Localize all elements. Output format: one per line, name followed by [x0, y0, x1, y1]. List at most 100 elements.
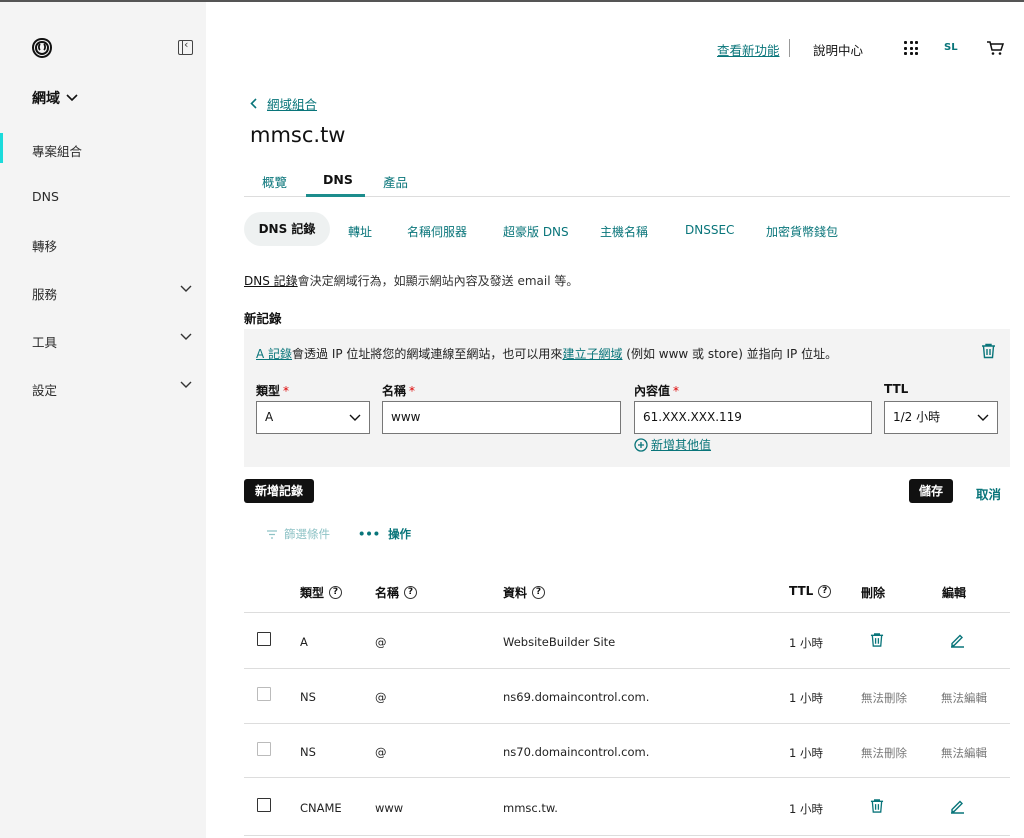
apps-grid-icon[interactable]: [904, 41, 918, 55]
sidebar-item-label: 工具: [32, 335, 58, 350]
chevron-down-icon: [349, 414, 361, 421]
value-input-value: 61.XXX.XXX.119: [643, 410, 742, 424]
chevron-down-icon: [180, 285, 192, 292]
a-record-link[interactable]: A 記錄: [256, 347, 292, 361]
table-row: NS @ ns70.domaincontrol.com. 1 小時 無法刪除 無…: [244, 724, 1010, 778]
filter-label: 篩選條件: [284, 527, 330, 541]
sidebar-item-dns[interactable]: DNS: [32, 189, 192, 204]
row-type: NS: [300, 745, 316, 759]
subtab-bar: DNS 記錄 轉址 名稱伺服器 超豪版 DNS 主機名稱 DNSSEC 加密貨幣…: [244, 212, 1010, 246]
add-value-link[interactable]: 新增其他值: [634, 436, 711, 453]
subtab-crypto-wallet[interactable]: 加密貨幣錢包: [766, 223, 838, 240]
sidebar-item-label: DNS: [32, 189, 59, 204]
row-ttl: 1 小時: [789, 636, 823, 650]
ttl-select[interactable]: 1/2 小時: [884, 401, 998, 434]
actions-button[interactable]: ••• 操作: [358, 526, 411, 542]
sidebar-item-label: 服務: [32, 287, 58, 302]
trash-icon[interactable]: [981, 343, 996, 362]
sidebar-item-transfer[interactable]: 轉移: [32, 236, 192, 255]
row-delete-status: 無法刪除: [861, 691, 907, 705]
row-data: mmsc.tw.: [503, 801, 558, 815]
column-header-type[interactable]: 類型?: [300, 584, 343, 601]
new-record-panel: A 記錄會透過 IP 位址將您的網域連線至網站，也可以用來建立子網域 (例如 w…: [244, 329, 1010, 467]
cart-icon[interactable]: [986, 40, 1005, 59]
row-type: A: [300, 635, 308, 649]
trash-icon[interactable]: [870, 632, 884, 651]
subtab-dnssec[interactable]: DNSSEC: [685, 223, 734, 237]
row-type: NS: [300, 690, 316, 704]
row-checkbox[interactable]: [257, 798, 271, 812]
dns-description-text: 會決定網域行為，如顯示網站內容及發送 email 等。: [297, 274, 579, 288]
row-checkbox[interactable]: [257, 632, 271, 646]
row-name: @: [375, 745, 387, 759]
row-edit-status: 無法編輯: [941, 746, 987, 760]
plus-circle-icon: [634, 437, 648, 452]
whats-new-link[interactable]: 查看新功能: [717, 40, 780, 59]
dns-description: DNS 記錄會決定網域行為，如顯示網站內容及發送 email 等。: [244, 272, 578, 289]
sidebar-item-tools[interactable]: 工具: [32, 332, 192, 351]
subtab-premium-dns[interactable]: 超豪版 DNS: [503, 223, 569, 240]
column-header-edit: 編輯: [942, 586, 967, 600]
column-header-delete: 刪除: [861, 586, 886, 600]
row-name: www: [375, 801, 404, 815]
chevron-left-icon: [250, 98, 257, 109]
more-dots-icon: •••: [358, 527, 381, 541]
type-select[interactable]: A: [256, 401, 370, 434]
help-center-link[interactable]: 說明中心: [813, 40, 863, 59]
domain-menu-label: 網域: [32, 91, 60, 107]
breadcrumb-link[interactable]: 網域組合: [267, 94, 317, 113]
dns-records-link[interactable]: DNS 記錄: [244, 274, 298, 288]
godaddy-logo-icon[interactable]: [30, 36, 54, 60]
value-input[interactable]: 61.XXX.XXX.119: [634, 401, 872, 434]
sidebar-item-services[interactable]: 服務: [32, 284, 192, 303]
cancel-button[interactable]: 取消: [976, 484, 1001, 503]
record-info-text-2: (例如 www 或 store) 並指向 IP 位址。: [622, 347, 838, 361]
help-icon[interactable]: ?: [532, 586, 546, 599]
row-data: ns70.domaincontrol.com.: [503, 745, 650, 759]
filter-button[interactable]: 篩選條件: [266, 526, 330, 542]
sidebar-item-portfolio[interactable]: 專案組合: [0, 133, 192, 163]
row-ttl: 1 小時: [789, 746, 823, 760]
domain-menu[interactable]: 網域: [32, 88, 78, 108]
save-button[interactable]: 儲存: [909, 479, 953, 503]
name-input[interactable]: www: [382, 401, 621, 434]
chevron-down-icon: [180, 333, 192, 340]
row-checkbox: [257, 687, 271, 701]
add-record-button[interactable]: 新增記錄: [244, 479, 314, 503]
help-icon[interactable]: ?: [404, 586, 418, 599]
row-delete-status: 無法刪除: [861, 746, 907, 760]
ttl-select-value: 1/2 小時: [893, 410, 941, 424]
type-label: 類型 *: [256, 384, 290, 398]
row-type: CNAME: [300, 801, 342, 815]
chevron-down-icon: [66, 94, 78, 102]
subtab-forwarding[interactable]: 轉址: [348, 223, 372, 240]
help-icon[interactable]: ?: [329, 586, 343, 599]
column-header-data[interactable]: 資料?: [503, 584, 546, 601]
create-subdomain-link[interactable]: 建立子網域: [562, 347, 622, 361]
filter-icon: [267, 529, 277, 539]
sidebar-item-settings[interactable]: 設定: [32, 380, 192, 399]
help-icon[interactable]: ?: [818, 584, 832, 598]
avatar[interactable]: SL: [944, 42, 958, 53]
tab-overview[interactable]: 概覽: [262, 172, 287, 191]
dns-records-table: 類型? 名稱? 資料? TTL? 刪除 編輯 A @ WebsiteBuilde…: [244, 572, 1010, 836]
tab-products[interactable]: 產品: [383, 172, 408, 191]
edit-pencil-icon[interactable]: [950, 798, 965, 817]
column-header-name[interactable]: 名稱?: [375, 584, 418, 601]
ttl-label: TTL: [884, 382, 909, 396]
row-data: ns69.domaincontrol.com.: [503, 690, 650, 704]
subtab-hostnames[interactable]: 主機名稱: [600, 223, 648, 240]
table-row: A @ WebsiteBuilder Site 1 小時: [244, 613, 1010, 669]
breadcrumb[interactable]: 網域組合: [250, 94, 317, 113]
trash-icon[interactable]: [870, 798, 884, 817]
subtab-nameservers[interactable]: 名稱伺服器: [407, 223, 467, 240]
collapse-sidebar-icon[interactable]: [178, 38, 193, 55]
tab-dns[interactable]: DNS: [323, 172, 353, 187]
row-ttl: 1 小時: [789, 691, 823, 705]
add-value-label: 新增其他值: [651, 438, 712, 452]
column-header-ttl[interactable]: TTL?: [789, 584, 832, 598]
table-row: NS @ ns69.domaincontrol.com. 1 小時 無法刪除 無…: [244, 669, 1010, 724]
row-edit-status: 無法編輯: [941, 691, 987, 705]
edit-pencil-icon[interactable]: [950, 632, 965, 651]
subtab-dns-records[interactable]: DNS 記錄: [244, 212, 330, 246]
